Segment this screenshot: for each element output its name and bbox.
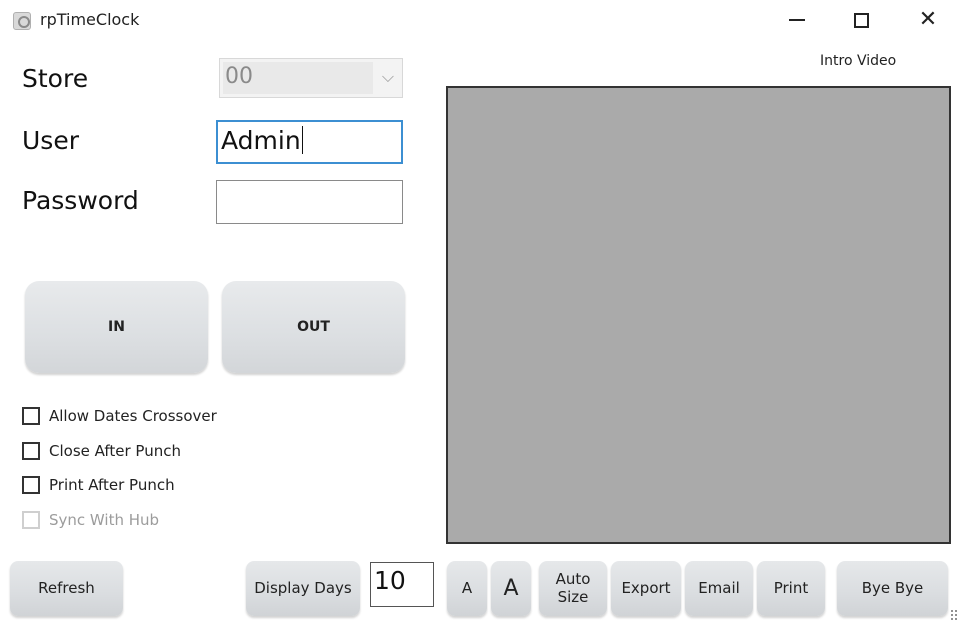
user-input[interactable]: Admin [216,120,403,164]
intro-video-panel[interactable] [446,86,951,544]
close-button[interactable]: ✕ [905,4,951,36]
clock-app-icon [13,12,31,30]
email-button[interactable]: Email [685,561,753,616]
user-input-value: Admin [221,126,301,155]
font-larger-button[interactable]: A [491,561,531,616]
title-bar: rpTimeClock ✕ [0,0,960,42]
maximize-icon [853,12,869,28]
window-title: rpTimeClock [40,10,140,29]
password-input[interactable] [216,180,403,224]
auto-size-label: Auto Size [555,570,591,606]
refresh-button[interactable]: Refresh [10,561,123,616]
close-after-punch-checkbox[interactable]: Close After Punch [22,439,181,463]
sync-with-hub-checkbox: Sync With Hub [22,508,159,532]
display-days-input[interactable]: 10 [370,562,434,607]
maximize-button[interactable] [838,4,884,36]
bye-bye-button[interactable]: Bye Bye [837,561,948,616]
minimize-button[interactable] [774,4,820,36]
text-caret [301,126,303,154]
font-smaller-button[interactable]: A [447,561,487,616]
intro-video-label: Intro Video [820,53,897,69]
password-label: Password [22,186,139,215]
print-button[interactable]: Print [757,561,825,616]
punch-out-button[interactable]: OUT [222,281,405,373]
minimize-icon [789,19,805,21]
checkbox-box[interactable] [22,442,40,460]
auto-size-button[interactable]: Auto Size [539,561,607,616]
checkbox-label: Allow Dates Crossover [49,407,217,425]
user-label: User [22,126,79,155]
close-icon: ✕ [918,7,938,32]
store-select[interactable]: 00 ⌵ [219,58,403,98]
store-select-value: 00 [223,62,373,94]
checkbox-box[interactable] [22,476,40,494]
checkbox-label: Print After Punch [49,476,175,494]
resize-grip[interactable] [950,609,958,621]
display-days-button[interactable]: Display Days [246,561,360,616]
checkbox-box[interactable] [22,407,40,425]
allow-dates-crossover-checkbox[interactable]: Allow Dates Crossover [22,404,217,428]
chevron-down-icon: ⌵ [381,67,394,86]
checkbox-label: Close After Punch [49,442,181,460]
punch-in-button[interactable]: IN [25,281,208,373]
export-button[interactable]: Export [611,561,681,616]
print-after-punch-checkbox[interactable]: Print After Punch [22,473,175,497]
checkbox-label: Sync With Hub [49,511,160,529]
checkbox-box [22,511,40,529]
store-label: Store [22,64,89,93]
